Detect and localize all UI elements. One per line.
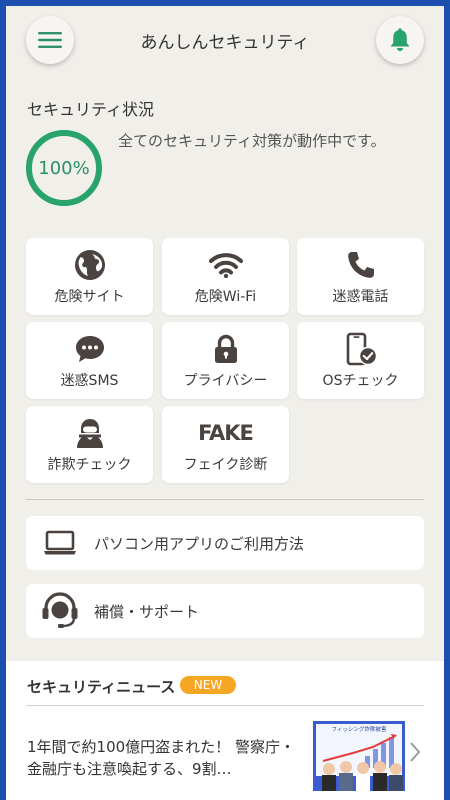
- tile-fraud-check[interactable]: 詐欺チェック: [26, 406, 153, 483]
- new-badge: NEW: [180, 676, 236, 694]
- phone-icon: [347, 252, 374, 278]
- lock-icon: [214, 334, 237, 363]
- hacker-icon: [76, 419, 103, 448]
- wifi-icon: [208, 253, 243, 278]
- headset-support-icon: [42, 592, 78, 628]
- tile-label: 詐欺チェック: [47, 457, 132, 473]
- tile-label: 迷惑電話: [332, 289, 389, 305]
- tile-nuisance-call[interactable]: 迷惑電話: [297, 238, 424, 315]
- thumbnail-caption: フィッシング詐欺被害: [332, 725, 387, 733]
- tile-privacy[interactable]: プライバシー: [162, 322, 289, 399]
- tile-label: OSチェック: [322, 373, 399, 389]
- fake-text-icon: FAKE: [198, 421, 254, 445]
- tile-label: フェイク診断: [183, 457, 268, 473]
- section-divider: [26, 499, 424, 500]
- tile-label: 危険サイト: [54, 289, 125, 305]
- tile-dangerous-site[interactable]: 危険サイト: [26, 238, 153, 315]
- card-label: 補償・サポート: [94, 602, 200, 621]
- tile-label: プライバシー: [183, 373, 268, 389]
- card-label: パソコン用アプリのご利用方法: [94, 534, 305, 553]
- status-heading: セキュリティ状況: [27, 100, 155, 119]
- tile-dangerous-wifi[interactable]: 危険Wi-Fi: [162, 238, 289, 315]
- tile-fake-diagnosis[interactable]: FAKE フェイク診断: [162, 406, 289, 483]
- globe-icon: [74, 250, 105, 280]
- notifications-button[interactable]: [376, 16, 424, 64]
- app-screen: あんしんセキュリティ セキュリティ状況 100% 全てのセキュリティ対策が動作中…: [6, 6, 444, 800]
- tile-os-check[interactable]: OSチェック: [297, 322, 424, 399]
- tile-label: 危険Wi-Fi: [194, 289, 257, 305]
- smartphone-check-icon: [346, 332, 377, 366]
- news-item-title: 1年間で約100億円盗まれた！ 警察庁・金融庁も注意喚起する、9割…: [27, 738, 295, 778]
- chevron-right-icon: [410, 742, 421, 762]
- sms-bubble-icon: [75, 336, 104, 362]
- status-percent: 100%: [38, 157, 90, 179]
- laptop-icon: [44, 530, 76, 555]
- news-thumbnail: フィッシング詐欺被害: [313, 721, 405, 791]
- bell-icon: [390, 28, 410, 51]
- tile-label: 迷惑SMS: [60, 373, 119, 389]
- tile-nuisance-sms[interactable]: 迷惑SMS: [26, 322, 153, 399]
- support-card[interactable]: 補償・サポート: [26, 584, 424, 638]
- news-section: セキュリティニュース NEW 1年間で約100億円盗まれた！ 警察庁・金融庁も注…: [6, 661, 444, 800]
- pc-app-usage-card[interactable]: パソコン用アプリのご利用方法: [26, 516, 424, 570]
- status-message: 全てのセキュリティ対策が動作中です。: [118, 132, 386, 150]
- news-heading: セキュリティニュース: [27, 678, 176, 696]
- news-divider: [26, 705, 424, 706]
